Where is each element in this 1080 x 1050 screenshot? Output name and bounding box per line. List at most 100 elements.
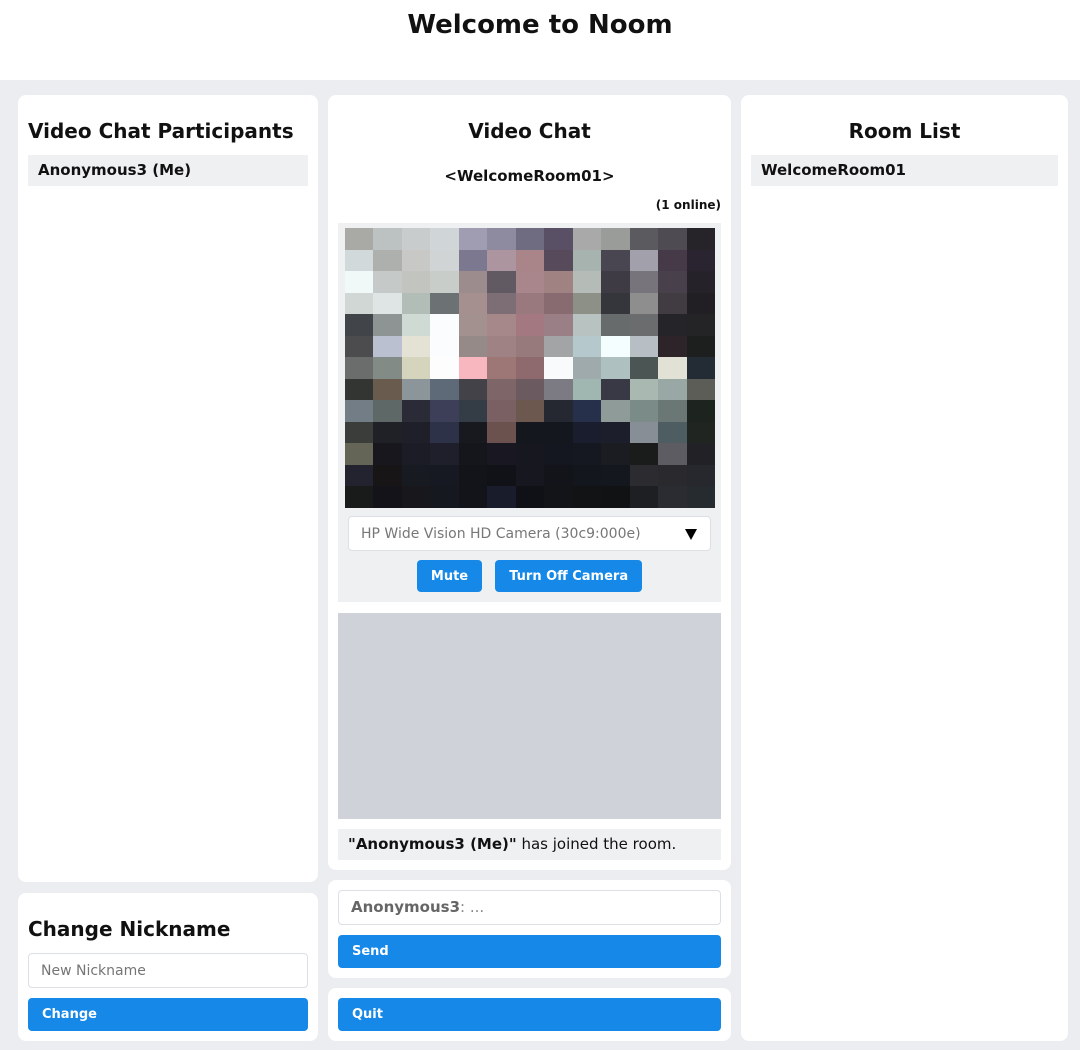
local-camera-feed <box>345 228 716 509</box>
participant-name: Anonymous3 (Me) <box>38 161 192 179</box>
camera-pixel <box>345 249 374 272</box>
camera-pixel <box>487 335 517 358</box>
camera-pixel <box>430 357 460 380</box>
camera-pixel <box>686 464 716 487</box>
camera-pixel <box>601 271 631 294</box>
camera-pixel <box>544 228 574 251</box>
camera-pixel <box>487 228 517 251</box>
nickname-input[interactable] <box>28 953 308 988</box>
camera-pixel <box>629 335 659 358</box>
camera-pixel <box>572 249 602 272</box>
camera-pixel <box>601 357 631 380</box>
camera-pixel <box>572 335 602 358</box>
camera-pixel <box>686 357 716 380</box>
room-list-heading: Room List <box>848 119 961 143</box>
room-list-panel: Room List WelcomeRoom01 <box>741 95 1068 1041</box>
camera-pixel <box>515 443 545 466</box>
camera-pixel <box>487 292 517 315</box>
camera-pixel <box>686 249 716 272</box>
message-composer: Anonymous3: ... Send <box>328 880 731 978</box>
camera-pixel <box>658 357 688 380</box>
camera-pixel <box>686 292 716 315</box>
camera-pixel <box>345 271 374 294</box>
quit-panel: Quit <box>328 988 731 1041</box>
camera-pixel <box>572 314 602 337</box>
camera-pixel <box>458 486 488 509</box>
camera-pixel <box>430 314 460 337</box>
camera-pixel <box>401 314 431 337</box>
camera-pixel <box>572 464 602 487</box>
camera-pixel <box>458 314 488 337</box>
camera-pixel <box>629 314 659 337</box>
camera-pixel <box>345 357 374 380</box>
camera-pixel <box>515 292 545 315</box>
triangle-down-icon <box>685 529 697 540</box>
camera-pixel <box>458 443 488 466</box>
camera-pixel <box>544 292 574 315</box>
nickname-panel: Change Nickname Change <box>18 893 318 1041</box>
camera-pixel <box>601 378 631 401</box>
camera-pixel <box>601 443 631 466</box>
camera-pixel <box>345 486 374 509</box>
quit-button[interactable]: Quit <box>338 998 721 1031</box>
camera-pixel <box>544 486 574 509</box>
video-chat-panel: Video Chat <WelcomeRoom01> (1 online) HP… <box>328 95 731 870</box>
camera-pixel <box>401 335 431 358</box>
camera-pixel <box>544 335 574 358</box>
camera-pixel <box>458 400 488 423</box>
camera-pixel <box>515 464 545 487</box>
camera-pixel <box>544 400 574 423</box>
camera-pixel <box>601 464 631 487</box>
camera-pixel <box>544 378 574 401</box>
room-list-item[interactable]: WelcomeRoom01 <box>751 155 1058 186</box>
camera-pixel <box>629 378 659 401</box>
camera-pixel <box>345 443 374 466</box>
turn-off-camera-button[interactable]: Turn Off Camera <box>495 560 643 592</box>
camera-pixel <box>430 271 460 294</box>
camera-pixel <box>345 314 374 337</box>
camera-pixel <box>458 271 488 294</box>
camera-pixel <box>572 292 602 315</box>
message-input[interactable]: Anonymous3: ... <box>338 890 721 925</box>
system-message-user: "Anonymous3 (Me)" <box>348 835 517 853</box>
camera-pixel <box>601 335 631 358</box>
camera-pixel <box>430 443 460 466</box>
camera-pixel <box>686 486 716 509</box>
camera-pixel <box>430 228 460 251</box>
camera-pixel <box>658 271 688 294</box>
camera-pixel <box>345 400 374 423</box>
camera-pixel <box>487 314 517 337</box>
camera-pixel <box>601 400 631 423</box>
camera-pixel <box>373 228 403 251</box>
camera-pixel <box>373 357 403 380</box>
media-controls: Mute Turn Off Camera <box>338 560 721 592</box>
camera-pixel <box>401 292 431 315</box>
camera-pixel <box>658 314 688 337</box>
participants-panel: Video Chat Participants Anonymous3 (Me) <box>18 95 318 882</box>
camera-pixel <box>629 486 659 509</box>
camera-pixel <box>430 249 460 272</box>
mute-button[interactable]: Mute <box>416 560 483 592</box>
camera-pixel <box>658 292 688 315</box>
camera-pixel <box>458 421 488 444</box>
camera-pixel <box>458 378 488 401</box>
camera-pixel <box>401 271 431 294</box>
camera-select[interactable]: HP Wide Vision HD Camera (30c9:000e) <box>348 516 711 551</box>
change-nickname-button[interactable]: Change <box>28 998 308 1031</box>
system-message-text: has joined the room. <box>516 835 677 853</box>
send-button[interactable]: Send <box>338 935 721 968</box>
camera-pixel <box>373 249 403 272</box>
camera-pixel <box>658 443 688 466</box>
camera-pixel <box>515 335 545 358</box>
camera-pixel <box>629 357 659 380</box>
camera-pixel <box>487 486 517 509</box>
camera-pixel <box>373 271 403 294</box>
camera-pixel <box>601 249 631 272</box>
camera-pixel <box>544 443 574 466</box>
camera-pixel <box>430 400 460 423</box>
camera-pixel <box>430 421 460 444</box>
camera-pixel <box>544 464 574 487</box>
camera-pixel <box>686 314 716 337</box>
camera-pixel <box>686 271 716 294</box>
camera-pixel <box>373 486 403 509</box>
